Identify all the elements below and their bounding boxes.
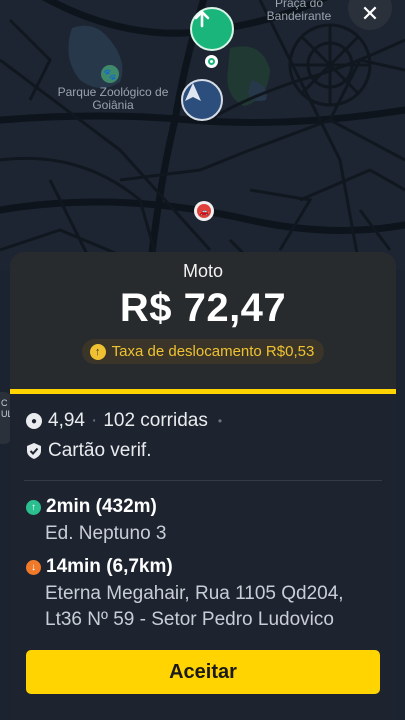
accept-button[interactable]: Aceitar	[26, 650, 380, 694]
map-label-zoo: Parque Zoológico de Goiânia	[57, 85, 169, 112]
pickup-eta: 2min (432m)	[46, 496, 157, 517]
pickup-arrow-icon: ↑	[26, 499, 41, 515]
route-info: ↑ 2min (432m) Ed. Neptuno 3 ↓ 14min (6,7…	[10, 481, 396, 633]
dropoff-arrow-icon: ↓	[26, 559, 41, 575]
passenger-rating: 4,94	[48, 410, 85, 431]
offer-price: R$ 72,47	[119, 286, 287, 330]
map-label-praca: Praça do Bandeirante	[266, 0, 332, 23]
shield-check-icon	[27, 443, 41, 459]
displacement-fee-label: Taxa de deslocamento R$0,53	[111, 343, 315, 360]
dropoff-address: Eterna Megahair, Rua 1105 Qd204, Lt36 Nº…	[45, 583, 344, 630]
verified-card: Cartão verif.	[48, 440, 152, 461]
car-icon: 🚗	[197, 204, 211, 218]
arrow-up-circle-icon: ↑	[89, 343, 106, 360]
close-icon: ✕	[360, 1, 380, 26]
passenger-rides: 102 corridas	[103, 410, 208, 431]
user-icon: ●	[26, 413, 42, 429]
driver-marker: 🚗	[194, 201, 214, 221]
displacement-fee-badge: ↑ Taxa de deslocamento R$0,53	[81, 339, 325, 364]
pickup-point-dot	[205, 55, 218, 68]
arrow-up-icon	[194, 10, 210, 28]
map-view[interactable]: 🐾 Parque Zoológico de Goiânia Praça do B…	[0, 0, 405, 270]
pickup-marker[interactable]	[190, 7, 234, 51]
ride-offer-card: Moto R$ 72,47 ↑ Taxa de deslocamento R$0…	[10, 252, 396, 720]
current-location-marker	[181, 79, 223, 121]
passenger-stats: ● 4,94 · 102 corridas • Cartão verif.	[10, 394, 396, 466]
navigation-arrow-icon	[185, 83, 201, 101]
dropoff-eta: 14min (6,7km)	[46, 556, 173, 577]
pickup-address: Ed. Neptuno 3	[45, 523, 167, 544]
paw-icon: 🐾	[101, 65, 119, 83]
offer-header: Moto R$ 72,47 ↑ Taxa de deslocamento R$0…	[10, 252, 396, 389]
service-type: Moto	[182, 261, 224, 281]
